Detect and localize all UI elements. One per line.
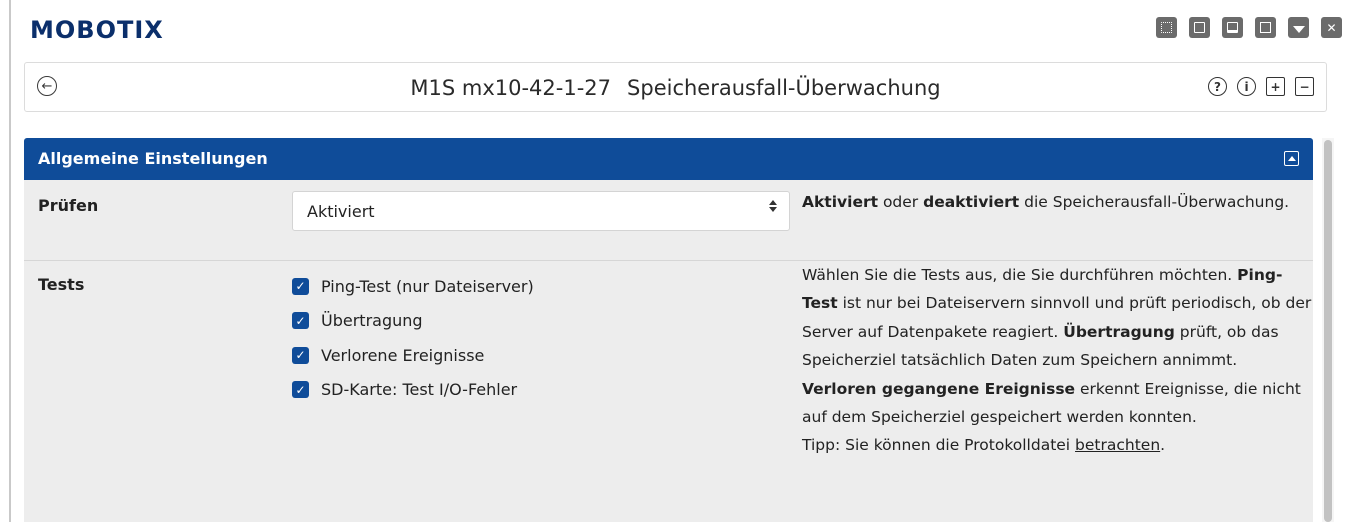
windows-icon[interactable] xyxy=(1189,17,1210,38)
row-pruefen: Prüfen Aktiviert Aktiviert oder deaktivi… xyxy=(24,180,1313,261)
save-icon[interactable] xyxy=(1255,17,1276,38)
tests-checkbox-list: ✓ Ping-Test (nur Dateiserver) ✓ Übertragun… xyxy=(292,269,534,407)
settings-panel: Allgemeine Einstellungen Prüfen Aktivier… xyxy=(24,138,1313,522)
help-icon[interactable]: ? xyxy=(1208,77,1227,96)
checkbox-checked-icon[interactable]: ✓ xyxy=(292,346,309,364)
title-bar: ← M1S mx10-42-1-27 Speicherausfall-Überwa… xyxy=(24,62,1327,112)
grid-icon[interactable] xyxy=(1156,17,1177,38)
mobotix-logo: MOBOTIX xyxy=(30,16,164,44)
pruefen-select-value: Aktiviert xyxy=(307,202,375,221)
tests-label: Tests xyxy=(38,275,85,294)
camera-name: M1S mx10-42-1-27 xyxy=(410,76,612,100)
betrachten-link[interactable]: betrachten xyxy=(1075,436,1160,454)
pruefen-label: Prüfen xyxy=(38,196,99,215)
checkbox-checked-icon[interactable]: ✓ xyxy=(292,277,309,295)
checkbox-checked-icon[interactable]: ✓ xyxy=(292,312,309,330)
tests-description: Wählen Sie die Tests aus, die Sie durchf… xyxy=(802,266,1312,455)
title-icons: ? i + − xyxy=(1208,77,1314,96)
scrollbar-thumb[interactable] xyxy=(1324,140,1332,522)
pruefen-select[interactable]: Aktiviert xyxy=(292,191,790,231)
checkbox-verlorene-ereignisse[interactable]: ✓ Verlorene Ereignisse xyxy=(292,338,534,373)
page-title: M1S mx10-42-1-27 Speicherausfall-Überwach… xyxy=(25,76,1326,100)
top-bar: MOBOTIX ✕ xyxy=(22,10,1348,50)
expand-icon[interactable]: + xyxy=(1266,77,1285,96)
dialog-title: Speicherausfall-Überwachung xyxy=(627,76,941,100)
select-arrows-icon xyxy=(769,200,777,212)
checkbox-sd-karte[interactable]: ✓ SD-Karte: Test I/O-Fehler xyxy=(292,373,534,408)
checkbox-checked-icon[interactable]: ✓ xyxy=(292,381,309,399)
close-icon[interactable]: ✕ xyxy=(1321,17,1342,38)
collapse-icon[interactable]: − xyxy=(1295,77,1314,96)
section-header[interactable]: Allgemeine Einstellungen xyxy=(24,138,1313,180)
row-tests: Tests ✓ Ping-Test (nur Dateiserver) ✓ Über… xyxy=(24,261,1313,522)
checkbox-uebertragung[interactable]: ✓ Übertragung xyxy=(292,304,534,339)
checkbox-ping-test[interactable]: ✓ Ping-Test (nur Dateiserver) xyxy=(292,269,534,304)
window-icon[interactable] xyxy=(1222,17,1243,38)
section-title: Allgemeine Einstellungen xyxy=(38,149,268,168)
scrollbar[interactable] xyxy=(1322,138,1334,522)
collapse-section-icon[interactable] xyxy=(1284,151,1299,166)
dropdown-icon[interactable] xyxy=(1288,17,1309,38)
info-icon[interactable]: i xyxy=(1237,77,1256,96)
toolbar-icons: ✕ xyxy=(1156,17,1342,38)
left-border xyxy=(9,0,11,522)
pruefen-description: Aktiviert oder deaktiviert die Speichera… xyxy=(802,193,1290,211)
